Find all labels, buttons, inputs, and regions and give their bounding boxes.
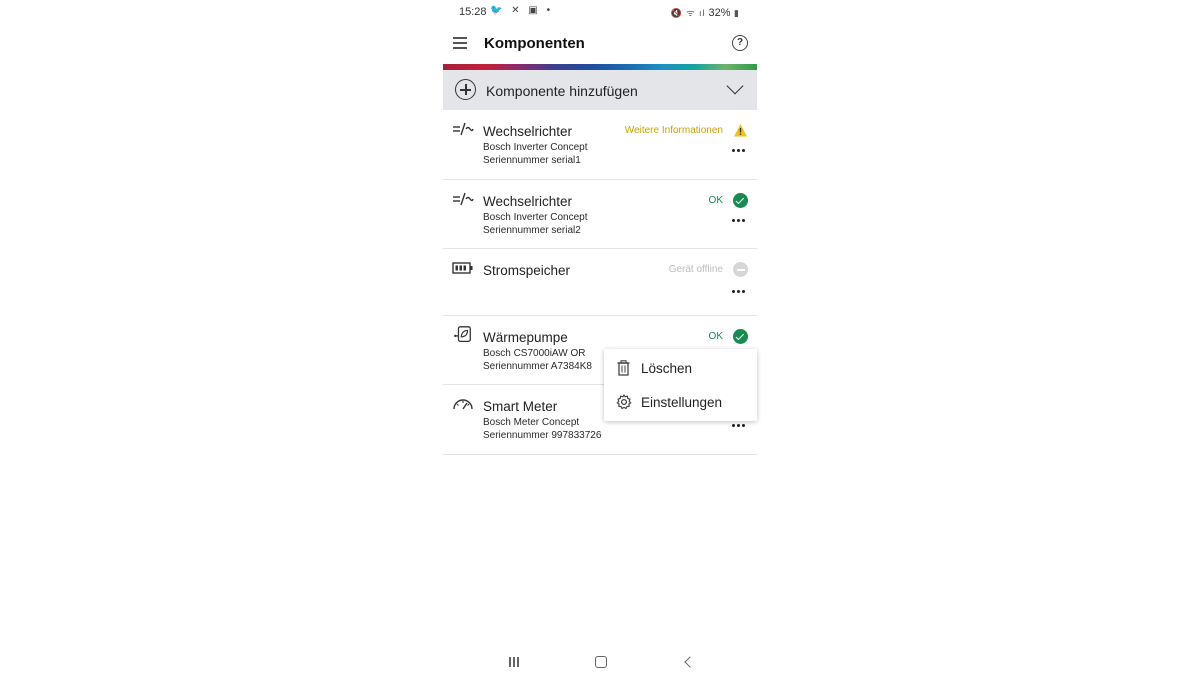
offline-circle-icon xyxy=(733,262,748,277)
phone-screen: 15:28 🐦 ✕ ▣ • 🔇 ᯤ ıl 32% ▮ Komponenten ? … xyxy=(443,0,757,675)
component-model: Bosch CS7000iAW OR xyxy=(483,348,586,359)
add-circle-icon xyxy=(455,79,476,100)
notification-icons: 🐦 ✕ ▣ • xyxy=(490,5,554,16)
component-serial: Seriennummer 997833726 xyxy=(483,430,602,441)
check-circle-icon xyxy=(733,329,748,344)
battery-storage-icon xyxy=(452,262,473,274)
component-title: Wechselrichter xyxy=(483,124,573,139)
app-bar: Komponenten ? xyxy=(443,24,757,64)
battery-level: 32% xyxy=(708,7,731,19)
menu-item-label: Löschen xyxy=(641,361,693,376)
hamburger-menu-icon[interactable] xyxy=(453,37,467,49)
component-serial: Seriennummer serial2 xyxy=(483,225,581,236)
smart-meter-icon xyxy=(453,399,473,410)
trash-icon xyxy=(617,360,630,376)
component-item-inverter-1[interactable]: Wechselrichter Bosch Inverter Concept Se… xyxy=(443,110,757,180)
component-title: Wechselrichter xyxy=(483,194,573,209)
check-circle-icon xyxy=(733,193,748,208)
help-icon[interactable]: ? xyxy=(732,35,748,51)
component-model: Bosch Inverter Concept xyxy=(483,212,588,223)
more-options-button[interactable] xyxy=(732,219,748,225)
status-text: OK xyxy=(708,331,723,342)
component-title: Wärmepumpe xyxy=(483,330,568,345)
signal-icons: 🔇 ᯤ ıl xyxy=(670,8,706,18)
inverter-icon xyxy=(453,122,474,136)
battery-icon: ▮ xyxy=(730,8,740,18)
component-item-battery-storage[interactable]: Stromspeicher Gerät offline xyxy=(443,249,757,316)
component-model: Bosch Inverter Concept xyxy=(483,142,588,153)
home-icon[interactable] xyxy=(595,656,607,668)
gear-icon xyxy=(616,394,632,410)
recent-apps-icon[interactable] xyxy=(508,657,520,667)
component-model: Bosch Meter Concept xyxy=(483,417,580,428)
page-title: Komponenten xyxy=(484,35,585,52)
status-bar: 15:28 🐦 ✕ ▣ • 🔇 ᯤ ıl 32% ▮ xyxy=(443,0,757,24)
status-time: 15:28 xyxy=(459,6,487,18)
context-menu: Löschen Einstellungen xyxy=(604,349,757,421)
menu-item-delete[interactable]: Löschen xyxy=(604,351,757,385)
system-status: 🔇 ᯤ ıl 32% ▮ xyxy=(671,6,743,19)
chevron-down-icon xyxy=(726,77,744,95)
heat-pump-icon xyxy=(454,326,471,342)
add-component-label: Komponente hinzufügen xyxy=(486,83,638,99)
component-serial: Seriennummer A7384K8 xyxy=(483,361,592,372)
back-icon[interactable] xyxy=(684,656,696,668)
status-text: OK xyxy=(708,195,723,206)
more-options-button[interactable] xyxy=(732,290,748,296)
menu-item-label: Einstellungen xyxy=(641,395,723,410)
component-title: Smart Meter xyxy=(483,399,558,414)
inverter-icon xyxy=(453,192,474,206)
more-options-button[interactable] xyxy=(732,149,748,155)
status-text: Gerät offline xyxy=(668,264,723,275)
component-item-inverter-2[interactable]: Wechselrichter Bosch Inverter Concept Se… xyxy=(443,180,757,249)
warning-icon xyxy=(734,124,747,137)
component-title: Stromspeicher xyxy=(483,263,571,278)
more-options-button[interactable] xyxy=(732,424,748,430)
status-more-info-link[interactable]: Weitere Informationen xyxy=(625,125,723,136)
add-component-button[interactable]: Komponente hinzufügen xyxy=(443,70,757,110)
menu-item-settings[interactable]: Einstellungen xyxy=(604,385,757,419)
component-serial: Seriennummer serial1 xyxy=(483,155,581,166)
system-nav-bar xyxy=(443,648,757,675)
